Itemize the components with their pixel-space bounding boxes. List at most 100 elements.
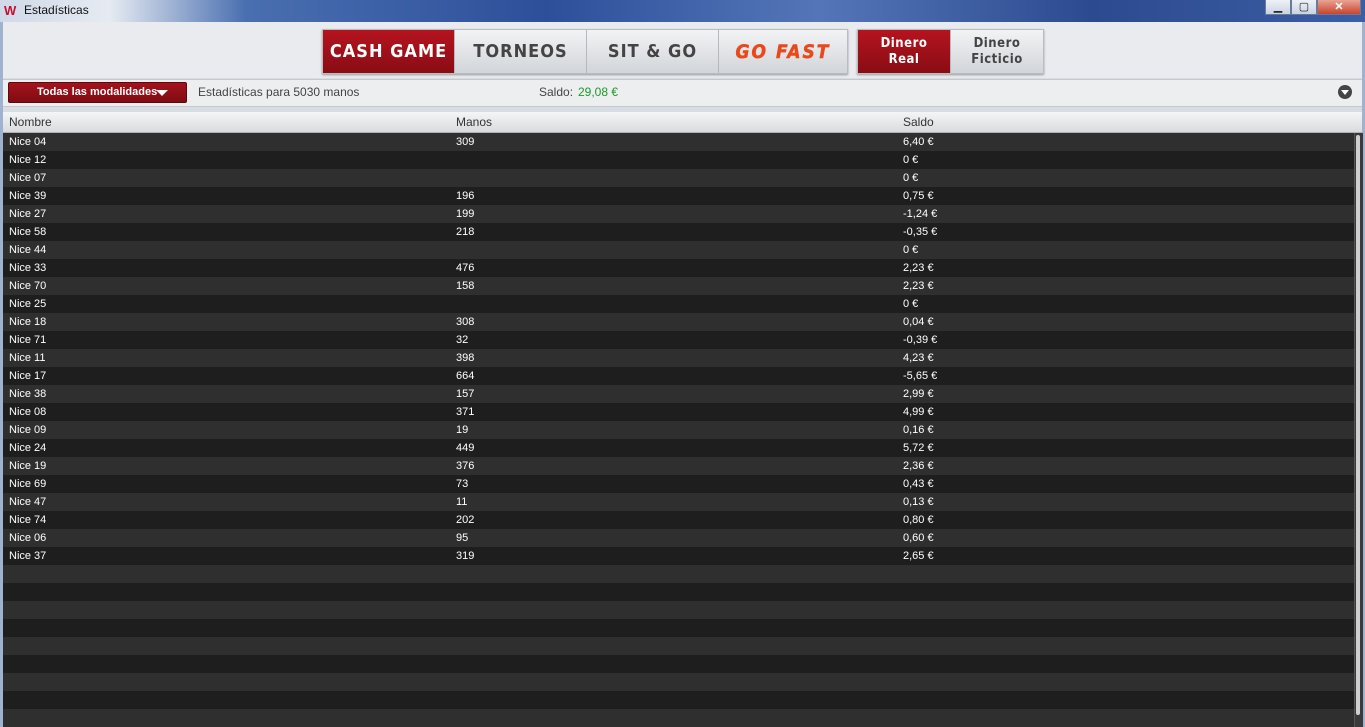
cell-hands: 449: [456, 442, 475, 454]
title-bar[interactable]: W Estadísticas ▁ ▢ ✕: [0, 0, 1365, 22]
cell-name: Nice 70: [9, 280, 47, 292]
table-row[interactable]: Nice 24 449 5,72 €: [3, 439, 1354, 457]
table-row[interactable]: Nice 58 218 -0,35 €: [3, 223, 1354, 241]
table-row[interactable]: Nice 37 319 2,65 €: [3, 547, 1354, 565]
cell-name: Nice 12: [9, 154, 47, 166]
window-title: Estadísticas: [24, 3, 89, 17]
game-type-tabs: CASH GAME TORNEOS SIT & GO GO FAST: [322, 29, 848, 74]
cell-balance: 6,40 €: [903, 136, 934, 148]
cell-balance: 0,13 €: [903, 496, 934, 508]
cell-hands: 664: [456, 370, 475, 382]
cell-balance: -5,65 €: [903, 370, 938, 382]
cell-balance: 0,80 €: [903, 514, 934, 526]
table-row[interactable]: Nice 44 0 €: [3, 241, 1354, 259]
cell-name: Nice 24: [9, 442, 47, 454]
cell-balance: 0,16 €: [903, 424, 934, 436]
table-row[interactable]: Nice 04 309 6,40 €: [3, 133, 1354, 151]
scrollbar-thumb[interactable]: [1356, 135, 1360, 715]
cell-balance: 2,65 €: [903, 550, 934, 562]
app-logo-icon: W: [4, 3, 17, 18]
cell-balance: 2,99 €: [903, 388, 934, 400]
table-row[interactable]: Nice 71 32 -0,39 €: [3, 331, 1354, 349]
cell-hands: 218: [456, 226, 475, 238]
empty-table-row: [3, 655, 1354, 673]
column-header-balance[interactable]: Saldo: [903, 115, 934, 129]
cell-hands: 19: [456, 424, 469, 436]
cell-balance: -1,24 €: [903, 208, 938, 220]
empty-table-row: [3, 709, 1354, 727]
cell-balance: 4,23 €: [903, 352, 934, 364]
table-row[interactable]: Nice 47 11 0,13 €: [3, 493, 1354, 511]
cell-balance: -0,39 €: [903, 334, 938, 346]
empty-table-row: [3, 673, 1354, 691]
table-row[interactable]: Nice 69 73 0,43 €: [3, 475, 1354, 493]
tab-dinero-ficticio[interactable]: Dinero Ficticio: [951, 30, 1043, 73]
cell-balance: 0,43 €: [903, 478, 934, 490]
expand-circle-icon[interactable]: [1338, 85, 1352, 99]
cell-hands: 371: [456, 406, 475, 418]
table-row[interactable]: Nice 07 0 €: [3, 169, 1354, 187]
tab-sit-and-go[interactable]: SIT & GO: [587, 30, 719, 73]
vertical-scrollbar[interactable]: [1354, 133, 1363, 727]
cell-balance: 2,36 €: [903, 460, 934, 472]
cell-hands: 202: [456, 514, 475, 526]
table-row[interactable]: Nice 74 202 0,80 €: [3, 511, 1354, 529]
cell-balance: 0,75 €: [903, 190, 934, 202]
cell-balance: 0 €: [903, 154, 919, 166]
tab-cash-game[interactable]: CASH GAME: [323, 30, 455, 73]
empty-table-row: [3, 691, 1354, 709]
cell-hands: 157: [456, 388, 475, 400]
stats-window: W Estadísticas ▁ ▢ ✕ CASH GAME TORNEOS S…: [0, 0, 1365, 727]
cell-hands: 398: [456, 352, 475, 364]
cell-balance: 0 €: [903, 298, 919, 310]
table-row[interactable]: Nice 70 158 2,23 €: [3, 277, 1354, 295]
table-row[interactable]: Nice 25 0 €: [3, 295, 1354, 313]
cell-name: Nice 08: [9, 406, 47, 418]
cell-name: Nice 39: [9, 190, 47, 202]
tab-dinero-ficticio-line2: Ficticio: [971, 51, 1023, 67]
table-row[interactable]: Nice 12 0 €: [3, 151, 1354, 169]
cell-name: Nice 33: [9, 262, 47, 274]
cell-balance: -0,35 €: [903, 226, 938, 238]
cell-name: Nice 44: [9, 244, 47, 256]
money-type-tabs: Dinero Real Dinero Ficticio: [857, 29, 1044, 74]
empty-table-row: [3, 583, 1354, 601]
cell-name: Nice 71: [9, 334, 47, 346]
tab-dinero-ficticio-line1: Dinero: [973, 35, 1021, 51]
table-row[interactable]: Nice 19 376 2,36 €: [3, 457, 1354, 475]
table-row[interactable]: Nice 17 664 -5,65 €: [3, 367, 1354, 385]
empty-table-row: [3, 637, 1354, 655]
modality-dropdown[interactable]: Todas las modalidades: [8, 82, 187, 103]
table-row[interactable]: Nice 33 476 2,23 €: [3, 259, 1354, 277]
table-row[interactable]: Nice 18 308 0,04 €: [3, 313, 1354, 331]
column-header-name[interactable]: Nombre: [9, 115, 52, 129]
table-row[interactable]: Nice 39 196 0,75 €: [3, 187, 1354, 205]
cell-name: Nice 38: [9, 388, 47, 400]
table-row[interactable]: Nice 06 95 0,60 €: [3, 529, 1354, 547]
cell-name: Nice 47: [9, 496, 47, 508]
table-row[interactable]: Nice 08 371 4,99 €: [3, 403, 1354, 421]
table-row[interactable]: Nice 09 19 0,16 €: [3, 421, 1354, 439]
top-navigation: CASH GAME TORNEOS SIT & GO GO FAST Diner…: [3, 22, 1362, 78]
cell-hands: 376: [456, 460, 475, 472]
cell-name: Nice 25: [9, 298, 47, 310]
maximize-button[interactable]: ▢: [1291, 0, 1317, 15]
table-row[interactable]: Nice 38 157 2,99 €: [3, 385, 1354, 403]
cell-name: Nice 18: [9, 316, 47, 328]
table-row[interactable]: Nice 11 398 4,23 €: [3, 349, 1354, 367]
cell-balance: 2,23 €: [903, 262, 934, 274]
cell-name: Nice 17: [9, 370, 47, 382]
column-header-hands[interactable]: Manos: [456, 115, 492, 129]
cell-balance: 0 €: [903, 172, 919, 184]
tab-go-fast[interactable]: GO FAST: [719, 30, 847, 73]
tab-dinero-real[interactable]: Dinero Real: [858, 30, 951, 73]
empty-table-row: [3, 601, 1354, 619]
cell-balance: 0,60 €: [903, 532, 934, 544]
window-controls: ▁ ▢ ✕: [1265, 0, 1361, 16]
cell-name: Nice 69: [9, 478, 47, 490]
table-row[interactable]: Nice 27 199 -1,24 €: [3, 205, 1354, 223]
tab-torneos[interactable]: TORNEOS: [455, 30, 587, 73]
minimize-button[interactable]: ▁: [1265, 0, 1291, 15]
cell-hands: 196: [456, 190, 475, 202]
close-button[interactable]: ✕: [1317, 0, 1361, 15]
